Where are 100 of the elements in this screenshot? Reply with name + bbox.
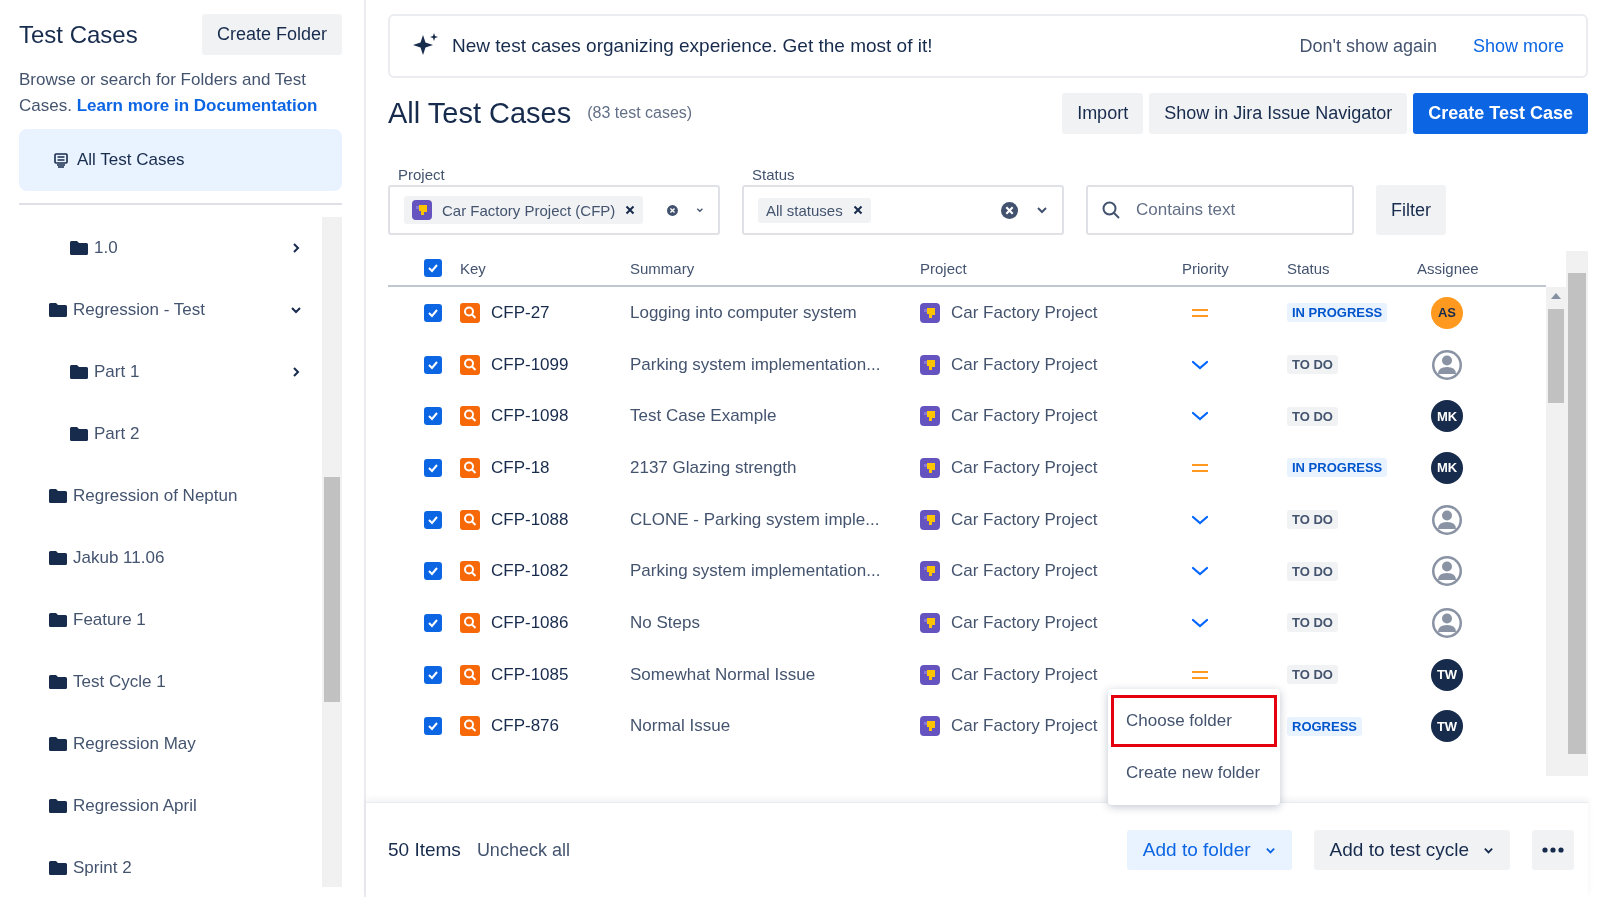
chevron-right-icon[interactable] — [290, 366, 302, 378]
more-button[interactable] — [1532, 830, 1574, 870]
folder-icon — [49, 675, 67, 689]
status-lozenge: TO DO — [1287, 510, 1338, 530]
assignee-avatar: AS — [1431, 296, 1463, 329]
column-header[interactable]: Assignee — [1417, 259, 1546, 277]
all-test-cases-item[interactable]: All Test Cases — [19, 129, 342, 191]
row-checkbox[interactable] — [424, 510, 442, 529]
folder-item[interactable]: Regression - Test — [19, 279, 322, 341]
arrow-up-icon[interactable] — [1551, 293, 1561, 299]
project-cell: Car Factory Project — [951, 509, 1098, 530]
project-tag[interactable]: Car Factory Project (CFP) — [404, 196, 644, 224]
folder-item[interactable]: Part 1 — [19, 341, 322, 403]
issue-key[interactable]: CFP-27 — [491, 302, 550, 323]
issue-key[interactable]: CFP-1099 — [491, 354, 569, 375]
project-cell: Car Factory Project — [951, 716, 1098, 737]
issue-key[interactable]: CFP-1085 — [491, 664, 569, 685]
chevron-down-icon[interactable] — [290, 304, 302, 316]
test-case-icon — [460, 716, 480, 737]
page-title: All Test Cases — [388, 96, 572, 130]
issue-key[interactable]: CFP-1082 — [491, 561, 569, 582]
clear-icon[interactable] — [1001, 201, 1018, 219]
row-checkbox[interactable] — [424, 407, 442, 426]
row-checkbox[interactable] — [424, 355, 442, 374]
folder-icon — [49, 737, 67, 751]
test-case-icon — [460, 354, 480, 375]
folder-item[interactable]: Part 2 — [19, 403, 322, 465]
menu-item[interactable]: Choose folder — [1111, 695, 1277, 747]
remove-icon[interactable] — [852, 205, 863, 215]
issue-key[interactable]: CFP-1098 — [491, 406, 569, 427]
folder-icon — [49, 861, 67, 875]
filter-label: Project — [397, 166, 446, 183]
folder-item[interactable]: Regression May — [19, 713, 322, 775]
status-lozenge: TO DO — [1287, 561, 1338, 581]
header-button[interactable]: Import — [1062, 92, 1144, 134]
project-cell: Car Factory Project — [951, 406, 1098, 427]
row-checkbox[interactable] — [424, 303, 442, 322]
project-icon — [920, 509, 940, 530]
folder-item[interactable]: Feature 1 — [19, 589, 322, 651]
folder-icon — [49, 303, 67, 317]
row-checkbox[interactable] — [424, 665, 442, 684]
status-select[interactable]: All statuses — [742, 185, 1064, 235]
project-icon — [920, 664, 940, 685]
project-cell: Car Factory Project — [951, 664, 1098, 685]
uncheck-all-link[interactable]: Uncheck all — [476, 839, 570, 861]
column-header[interactable]: Summary — [630, 259, 920, 277]
issue-key[interactable]: CFP-1086 — [491, 612, 569, 633]
summary-cell-text: No Steps — [630, 612, 701, 633]
folder-item[interactable]: Sprint 2 — [19, 837, 322, 897]
project-cell: Car Factory Project — [951, 302, 1098, 323]
folder-item[interactable]: Jakub 11.06 — [19, 527, 322, 589]
scrollbar-thumb[interactable] — [1568, 273, 1586, 754]
create-folder-button[interactable]: Create Folder — [201, 14, 342, 55]
folder-item[interactable]: Regression April — [19, 775, 322, 837]
remove-icon[interactable] — [625, 205, 636, 215]
check-icon — [427, 410, 439, 423]
add-to-folder-button[interactable]: Add to folder — [1126, 830, 1292, 870]
filter-button[interactable]: Filter — [1376, 185, 1446, 235]
test-case-icon — [460, 612, 480, 633]
folder-icon — [70, 365, 88, 379]
row-checkbox[interactable] — [424, 458, 442, 477]
header-button[interactable]: Show in Jira Issue Navigator — [1149, 92, 1408, 134]
folder-item[interactable]: Test Cycle 1 — [19, 651, 322, 713]
folder-item[interactable]: 1.0 — [19, 231, 322, 265]
chevron-right-icon[interactable] — [290, 242, 302, 254]
issue-key[interactable]: CFP-18 — [491, 457, 550, 478]
column-header[interactable]: Project — [920, 259, 1182, 277]
row-checkbox[interactable] — [424, 717, 442, 736]
scrollbar-thumb[interactable] — [1548, 309, 1564, 403]
menu-item[interactable]: Create new folder — [1111, 747, 1277, 799]
scrollbar[interactable] — [1546, 287, 1566, 776]
search-field[interactable]: Contains text — [1086, 185, 1354, 235]
add-to-test-cycle-button[interactable]: Add to test cycle — [1313, 830, 1510, 870]
scrollbar-thumb[interactable] — [324, 477, 340, 702]
project-select[interactable]: Car Factory Project (CFP) — [388, 185, 720, 235]
documentation-link[interactable]: Learn more in Documentation — [76, 96, 318, 115]
column-header[interactable]: Status — [1287, 259, 1417, 277]
folder-item[interactable]: Regression of Neptun — [19, 465, 322, 527]
issue-key[interactable]: CFP-876 — [491, 716, 560, 737]
summary-cell-text: Test Case Example — [630, 406, 778, 427]
show-more-link[interactable]: Show more — [1472, 35, 1564, 57]
check-icon — [427, 720, 439, 733]
select-all-checkbox[interactable] — [424, 259, 442, 277]
row-checkbox[interactable] — [424, 562, 442, 581]
column-header[interactable]: Key — [460, 259, 630, 277]
status-lozenge: IN PROGRESS — [1287, 458, 1388, 478]
status-lozenge: TO DO — [1287, 406, 1338, 426]
scrollbar[interactable] — [1566, 251, 1588, 776]
status-tag[interactable]: All statuses — [758, 197, 871, 223]
scrollbar[interactable] — [322, 217, 342, 887]
check-icon — [427, 565, 439, 578]
project-icon — [920, 354, 940, 375]
column-header[interactable]: Priority — [1182, 259, 1287, 277]
issue-key[interactable]: CFP-1088 — [491, 509, 569, 530]
chevron-down-icon[interactable] — [1036, 204, 1048, 216]
monitor-icon — [53, 152, 69, 168]
header-button[interactable]: Create Test Case — [1413, 92, 1588, 134]
row-checkbox[interactable] — [424, 613, 442, 632]
dont-show-again-link[interactable]: Don't show again — [1299, 35, 1437, 57]
project-icon — [412, 200, 432, 220]
